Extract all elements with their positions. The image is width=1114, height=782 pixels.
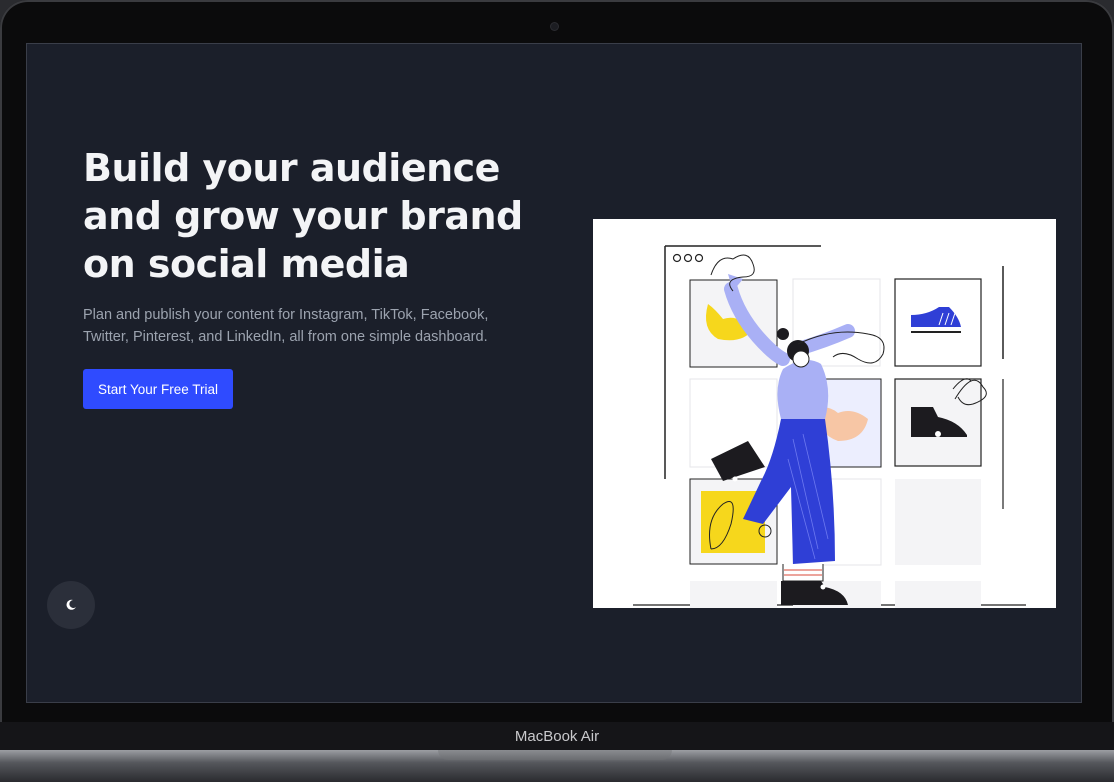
social-grid-illustration	[633, 245, 1026, 608]
bottom-bezel: MacBook Air	[0, 722, 1114, 750]
laptop-notch	[438, 750, 672, 760]
hero-subtitle: Plan and publish your content for Instag…	[83, 307, 489, 345]
start-free-trial-button[interactable]: Start Your Free Trial	[83, 369, 233, 409]
laptop-bezel: Build your audience and grow your brand …	[0, 0, 1114, 750]
device-model-label: MacBook Air	[514, 727, 600, 745]
screen: Build your audience and grow your brand …	[26, 43, 1082, 703]
camera-icon	[551, 23, 558, 30]
theme-toggle-button[interactable]	[47, 581, 95, 629]
hero-title: Build your audience and grow your brand …	[83, 146, 523, 286]
hero-illustration	[593, 219, 1056, 608]
moon-icon	[66, 599, 76, 610]
